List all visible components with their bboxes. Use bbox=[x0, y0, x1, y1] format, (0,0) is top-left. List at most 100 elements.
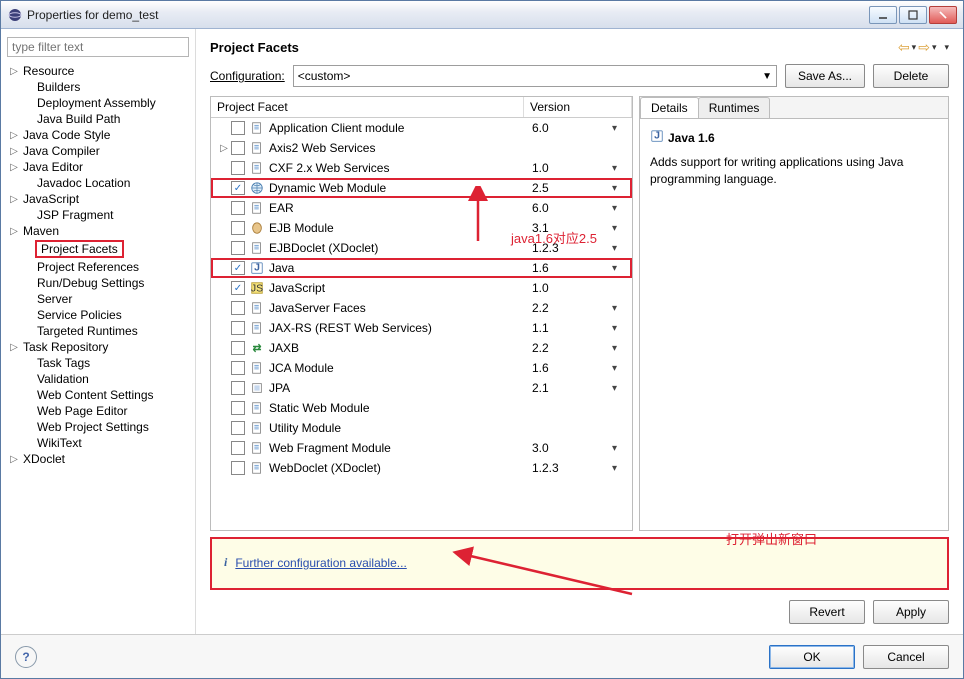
facet-row[interactable]: Application Client module6.0▾ bbox=[211, 118, 632, 138]
facet-row[interactable]: JPA2.1▾ bbox=[211, 378, 632, 398]
sidebar-item[interactable]: ▷Task Repository bbox=[7, 339, 189, 355]
column-version[interactable]: Version bbox=[524, 97, 632, 117]
sidebar-item[interactable]: ▷Java Code Style bbox=[7, 127, 189, 143]
facet-checkbox[interactable] bbox=[231, 301, 245, 315]
facet-version: 1.2.3 bbox=[532, 461, 612, 475]
sidebar-item[interactable]: Web Page Editor bbox=[7, 403, 189, 419]
facet-row[interactable]: Static Web Module bbox=[211, 398, 632, 418]
doc-icon bbox=[249, 420, 265, 436]
save-as-button[interactable]: Save As... bbox=[785, 64, 865, 88]
facet-checkbox[interactable] bbox=[231, 261, 245, 275]
facet-checkbox[interactable] bbox=[231, 461, 245, 475]
delete-button[interactable]: Delete bbox=[873, 64, 949, 88]
configuration-combo[interactable]: <custom> ▼ bbox=[293, 65, 777, 87]
menu-icon[interactable]: ▾ bbox=[944, 42, 949, 53]
sidebar-item[interactable]: ▷Resource bbox=[7, 63, 189, 79]
facet-checkbox[interactable] bbox=[231, 201, 245, 215]
version-dropdown-icon[interactable]: ▾ bbox=[612, 243, 632, 254]
back-icon[interactable]: ⇦ bbox=[898, 39, 910, 56]
revert-button[interactable]: Revert bbox=[789, 600, 865, 624]
facet-checkbox[interactable] bbox=[231, 441, 245, 455]
sidebar-item[interactable]: Web Project Settings bbox=[7, 419, 189, 435]
sidebar-item[interactable]: ▷Maven bbox=[7, 223, 189, 239]
sidebar-item[interactable]: Targeted Runtimes bbox=[7, 323, 189, 339]
facet-row[interactable]: Dynamic Web Module2.5▾ bbox=[211, 178, 632, 198]
sidebar-item[interactable]: Builders bbox=[7, 79, 189, 95]
facet-row[interactable]: ▷Axis2 Web Services bbox=[211, 138, 632, 158]
sidebar-item[interactable]: Web Content Settings bbox=[7, 387, 189, 403]
facet-row[interactable]: JavaServer Faces2.2▾ bbox=[211, 298, 632, 318]
apply-button[interactable]: Apply bbox=[873, 600, 949, 624]
version-dropdown-icon[interactable]: ▾ bbox=[612, 163, 632, 174]
facet-row[interactable]: Utility Module bbox=[211, 418, 632, 438]
facet-checkbox[interactable] bbox=[231, 221, 245, 235]
sidebar-item[interactable]: Javadoc Location bbox=[7, 175, 189, 191]
version-dropdown-icon[interactable]: ▾ bbox=[612, 123, 632, 134]
version-dropdown-icon[interactable]: ▾ bbox=[612, 443, 632, 454]
facet-row[interactable]: JJava1.6▾ bbox=[211, 258, 632, 278]
sidebar-item[interactable]: Server bbox=[7, 291, 189, 307]
facet-row[interactable]: WebDoclet (XDoclet)1.2.3▾ bbox=[211, 458, 632, 478]
close-button[interactable] bbox=[929, 6, 957, 24]
facet-row[interactable]: EJBDoclet (XDoclet)1.2.3▾ bbox=[211, 238, 632, 258]
sidebar-item[interactable]: Project Facets bbox=[7, 239, 189, 259]
facet-checkbox[interactable] bbox=[231, 181, 245, 195]
sidebar-item[interactable]: ▷Java Compiler bbox=[7, 143, 189, 159]
facet-checkbox[interactable] bbox=[231, 161, 245, 175]
minimize-button[interactable] bbox=[869, 6, 897, 24]
facet-row[interactable]: ⇄JAXB2.2▾ bbox=[211, 338, 632, 358]
version-dropdown-icon[interactable]: ▾ bbox=[612, 223, 632, 234]
cancel-button[interactable]: Cancel bbox=[863, 645, 949, 669]
facet-checkbox[interactable] bbox=[231, 421, 245, 435]
version-dropdown-icon[interactable]: ▾ bbox=[612, 183, 632, 194]
sidebar-item[interactable]: Java Build Path bbox=[7, 111, 189, 127]
facet-checkbox[interactable] bbox=[231, 341, 245, 355]
java-icon: J bbox=[650, 129, 664, 146]
sidebar-item[interactable]: Project References bbox=[7, 259, 189, 275]
facet-row[interactable]: JSJavaScript1.0 bbox=[211, 278, 632, 298]
facet-row[interactable]: JAX-RS (REST Web Services)1.1▾ bbox=[211, 318, 632, 338]
facet-checkbox[interactable] bbox=[231, 321, 245, 335]
facet-row[interactable]: EAR6.0▾ bbox=[211, 198, 632, 218]
version-dropdown-icon[interactable]: ▾ bbox=[612, 303, 632, 314]
sidebar-item[interactable]: Validation bbox=[7, 371, 189, 387]
ok-button[interactable]: OK bbox=[769, 645, 855, 669]
facet-checkbox[interactable] bbox=[231, 241, 245, 255]
version-dropdown-icon[interactable]: ▾ bbox=[612, 203, 632, 214]
version-dropdown-icon[interactable]: ▾ bbox=[612, 363, 632, 374]
sidebar-item[interactable]: ▷XDoclet bbox=[7, 451, 189, 467]
facet-checkbox[interactable] bbox=[231, 361, 245, 375]
facet-checkbox[interactable] bbox=[231, 281, 245, 295]
facet-row[interactable]: EJB Module3.1▾ bbox=[211, 218, 632, 238]
facet-checkbox[interactable] bbox=[231, 401, 245, 415]
jpa-icon bbox=[249, 380, 265, 396]
version-dropdown-icon[interactable]: ▾ bbox=[612, 383, 632, 394]
version-dropdown-icon[interactable]: ▾ bbox=[612, 463, 632, 474]
sidebar-item[interactable]: ▷Java Editor bbox=[7, 159, 189, 175]
sidebar-item[interactable]: Service Policies bbox=[7, 307, 189, 323]
maximize-button[interactable] bbox=[899, 6, 927, 24]
column-facet[interactable]: Project Facet bbox=[211, 97, 524, 117]
facet-row[interactable]: JCA Module1.6▾ bbox=[211, 358, 632, 378]
tab-runtimes[interactable]: Runtimes bbox=[698, 97, 771, 118]
facet-checkbox[interactable] bbox=[231, 381, 245, 395]
tab-details[interactable]: Details bbox=[640, 97, 699, 118]
doc-icon bbox=[249, 140, 265, 156]
sidebar-item[interactable]: Task Tags bbox=[7, 355, 189, 371]
facet-row[interactable]: CXF 2.x Web Services1.0▾ bbox=[211, 158, 632, 178]
facet-checkbox[interactable] bbox=[231, 141, 245, 155]
version-dropdown-icon[interactable]: ▾ bbox=[612, 343, 632, 354]
help-icon[interactable]: ? bbox=[15, 646, 37, 668]
sidebar-item[interactable]: Deployment Assembly bbox=[7, 95, 189, 111]
version-dropdown-icon[interactable]: ▾ bbox=[612, 263, 632, 274]
forward-icon[interactable]: ⇨ bbox=[918, 39, 930, 56]
sidebar-item[interactable]: JSP Fragment bbox=[7, 207, 189, 223]
facet-row[interactable]: Web Fragment Module3.0▾ bbox=[211, 438, 632, 458]
sidebar-item[interactable]: Run/Debug Settings bbox=[7, 275, 189, 291]
version-dropdown-icon[interactable]: ▾ bbox=[612, 323, 632, 334]
facet-checkbox[interactable] bbox=[231, 121, 245, 135]
filter-input[interactable] bbox=[7, 37, 189, 57]
sidebar-item[interactable]: WikiText bbox=[7, 435, 189, 451]
further-config-link[interactable]: Further configuration available... bbox=[235, 556, 406, 570]
sidebar-item[interactable]: ▷JavaScript bbox=[7, 191, 189, 207]
